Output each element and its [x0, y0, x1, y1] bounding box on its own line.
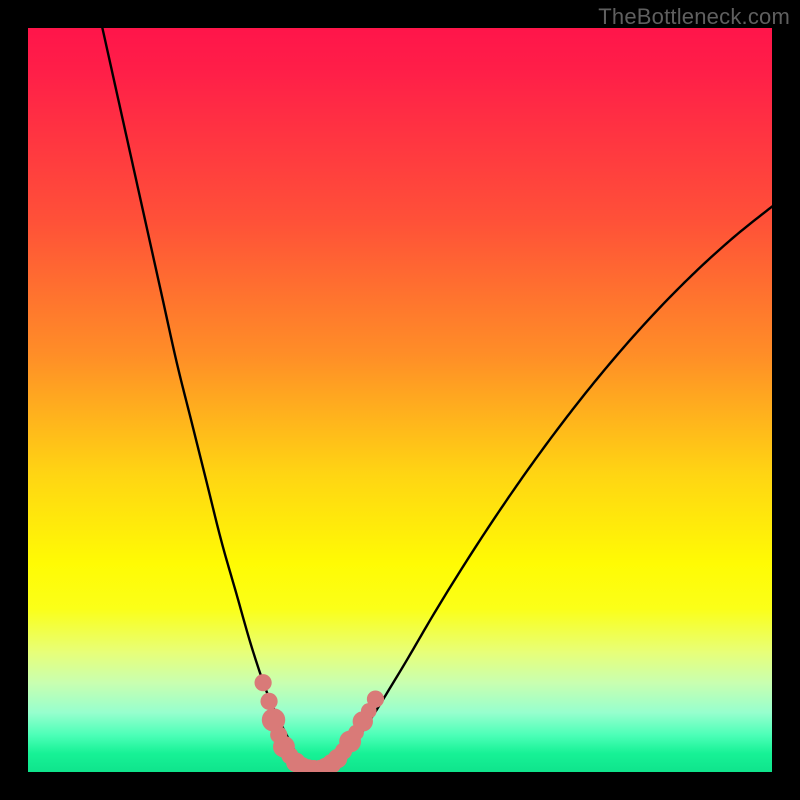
- data-marker: [322, 754, 342, 772]
- data-marker: [281, 747, 298, 764]
- data-marker: [262, 708, 285, 731]
- data-marker: [361, 703, 377, 719]
- chart-frame: TheBottleneck.com: [0, 0, 800, 800]
- data-marker: [286, 753, 306, 772]
- data-marker: [270, 726, 287, 743]
- data-marker: [335, 743, 352, 760]
- data-marker: [273, 736, 295, 758]
- data-marker: [316, 758, 336, 772]
- data-marker: [255, 674, 272, 691]
- data-marker: [298, 759, 318, 772]
- watermark-text: TheBottleneck.com: [598, 4, 790, 30]
- data-marker: [353, 711, 373, 731]
- data-marker: [310, 760, 330, 772]
- bottleneck-curve: [28, 28, 772, 772]
- data-marker: [260, 693, 277, 710]
- data-marker: [328, 749, 348, 769]
- data-marker: [339, 731, 361, 753]
- data-marker: [304, 760, 324, 772]
- data-marker: [348, 725, 364, 741]
- data-marker: [292, 757, 312, 772]
- plot-area: [28, 28, 772, 772]
- data-marker: [367, 691, 384, 708]
